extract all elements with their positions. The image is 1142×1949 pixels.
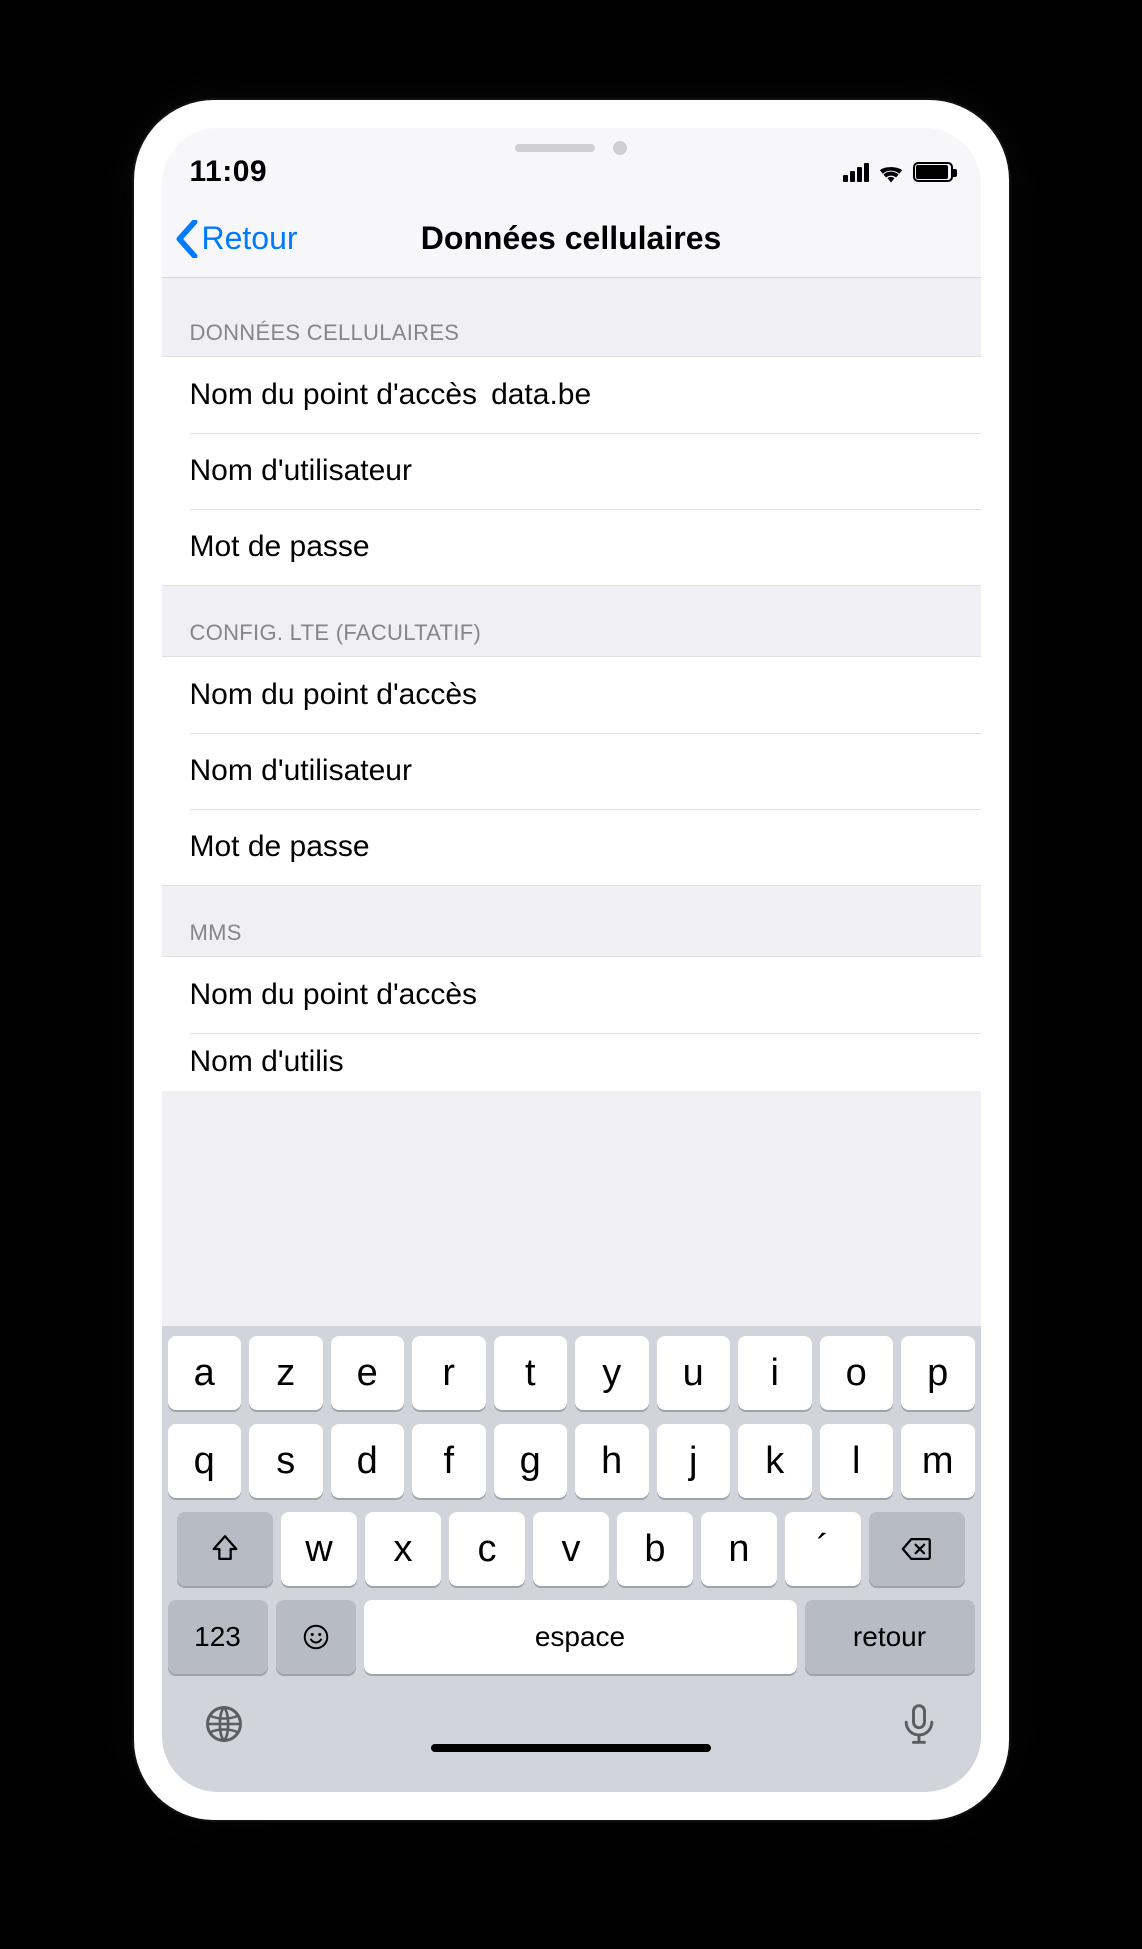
key-p[interactable]: p: [901, 1336, 975, 1410]
home-indicator[interactable]: [431, 1744, 711, 1752]
key-o[interactable]: o: [820, 1336, 894, 1410]
cellular-apn-label: Nom du point d'accès: [190, 378, 478, 412]
lte-apn-label: Nom du point d'accès: [190, 678, 478, 712]
cellular-username-row[interactable]: Nom d'utilisateur: [162, 433, 981, 509]
status-time: 11:09: [190, 155, 268, 189]
wifi-icon: [877, 161, 905, 183]
cellular-signal-icon: [843, 162, 869, 182]
lte-username-row[interactable]: Nom d'utilisateur: [162, 733, 981, 809]
iphone-device-frame: 11:09 Retour Données cellulaires: [134, 100, 1009, 1820]
key-h[interactable]: h: [575, 1424, 649, 1498]
key-i[interactable]: i: [738, 1336, 812, 1410]
key-r[interactable]: r: [412, 1336, 486, 1410]
key-emoji[interactable]: [276, 1600, 356, 1674]
key-s[interactable]: s: [249, 1424, 323, 1498]
key-t[interactable]: t: [494, 1336, 568, 1410]
key-shift[interactable]: [177, 1512, 273, 1586]
mms-username-label-cut: Nom d'utilis: [190, 1045, 344, 1079]
key-d[interactable]: d: [331, 1424, 405, 1498]
key-space[interactable]: espace: [364, 1600, 797, 1674]
section-header-lte: CONFIG. LTE (FACULTATIF): [162, 586, 981, 656]
onscreen-keyboard: a z e r t y u i o p q s d f g h j k l: [162, 1326, 981, 1696]
mms-apn-label: Nom du point d'accès: [190, 978, 478, 1012]
section-lte: Nom du point d'accès Nom d'utilisateur M…: [162, 656, 981, 886]
lte-username-label: Nom d'utilisateur: [190, 754, 412, 788]
key-f[interactable]: f: [412, 1424, 486, 1498]
key-n[interactable]: n: [701, 1512, 777, 1586]
key-z[interactable]: z: [249, 1336, 323, 1410]
keyboard-row-1: a z e r t y u i o p: [168, 1336, 975, 1410]
key-l[interactable]: l: [820, 1424, 894, 1498]
key-x[interactable]: x: [365, 1512, 441, 1586]
cellular-username-label: Nom d'utilisateur: [190, 454, 412, 488]
shift-icon: [208, 1532, 242, 1566]
key-g[interactable]: g: [494, 1424, 568, 1498]
cellular-apn-value[interactable]: data.be: [491, 378, 591, 412]
key-numbers[interactable]: 123: [168, 1600, 268, 1674]
key-backspace[interactable]: [869, 1512, 965, 1586]
back-button[interactable]: Retour: [162, 220, 298, 258]
key-return[interactable]: retour: [805, 1600, 975, 1674]
backspace-icon: [900, 1532, 934, 1566]
battery-icon: [913, 162, 953, 182]
back-label: Retour: [202, 220, 298, 257]
section-header-mms: MMS: [162, 886, 981, 956]
key-k[interactable]: k: [738, 1424, 812, 1498]
key-m[interactable]: m: [901, 1424, 975, 1498]
chevron-left-icon: [174, 220, 200, 258]
section-mms: Nom du point d'accès Nom d'utilis: [162, 956, 981, 1091]
globe-icon[interactable]: [202, 1702, 246, 1746]
section-header-cellular: DONNÉES CELLULAIRES: [162, 278, 981, 356]
key-y[interactable]: y: [575, 1336, 649, 1410]
key-q[interactable]: q: [168, 1424, 242, 1498]
microphone-icon[interactable]: [897, 1702, 941, 1746]
cellular-password-row[interactable]: Mot de passe: [162, 509, 981, 585]
key-u[interactable]: u: [657, 1336, 731, 1410]
navigation-bar: Retour Données cellulaires: [162, 200, 981, 278]
cellular-password-label: Mot de passe: [190, 530, 370, 564]
section-cellular: Nom du point d'accès data.be Nom d'utili…: [162, 356, 981, 586]
keyboard-row-2: q s d f g h j k l m: [168, 1424, 975, 1498]
key-v[interactable]: v: [533, 1512, 609, 1586]
lte-apn-row[interactable]: Nom du point d'accès: [162, 657, 981, 733]
key-accent[interactable]: ´: [785, 1512, 861, 1586]
status-bar: 11:09: [162, 128, 981, 200]
mms-username-row[interactable]: Nom d'utilis: [162, 1033, 981, 1091]
lte-password-label: Mot de passe: [190, 830, 370, 864]
emoji-icon: [301, 1622, 331, 1652]
key-a[interactable]: a: [168, 1336, 242, 1410]
screen: 11:09 Retour Données cellulaires: [162, 128, 981, 1792]
key-c[interactable]: c: [449, 1512, 525, 1586]
keyboard-row-3: w x c v b n ´: [168, 1512, 975, 1586]
key-j[interactable]: j: [657, 1424, 731, 1498]
keyboard-row-4: 123 espace retour: [168, 1600, 975, 1674]
cellular-apn-row[interactable]: Nom du point d'accès data.be: [162, 357, 981, 433]
key-e[interactable]: e: [331, 1336, 405, 1410]
lte-password-row[interactable]: Mot de passe: [162, 809, 981, 885]
mms-apn-row[interactable]: Nom du point d'accès: [162, 957, 981, 1033]
key-w[interactable]: w: [281, 1512, 357, 1586]
key-b[interactable]: b: [617, 1512, 693, 1586]
settings-content[interactable]: DONNÉES CELLULAIRES Nom du point d'accès…: [162, 278, 981, 1326]
